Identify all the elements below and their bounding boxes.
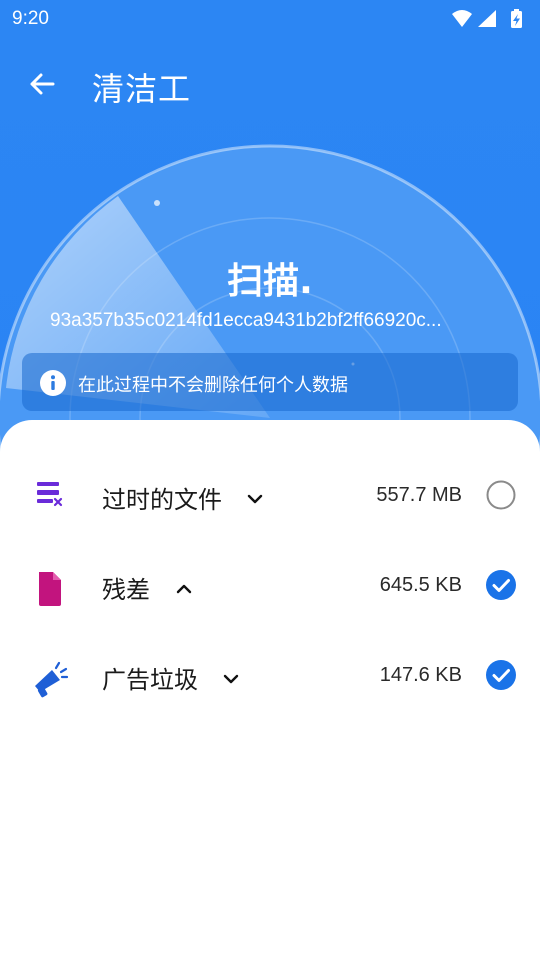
chevron-down-icon[interactable] [222,670,240,688]
item-label: 残差 [102,576,150,604]
chevron-down-icon[interactable] [246,490,264,508]
list-item-obsolete-files[interactable]: 过时的文件 557.7 MB [0,466,540,536]
item-size: 147.6 KB [379,664,462,686]
status-bar: 9:20 [0,0,540,38]
junk-list: 过时的文件 557.7 MB 残差 645.5 KB 广告垃圾 147.6 KB [0,420,540,960]
checkbox-unchecked[interactable] [486,480,516,510]
signal-icon [478,10,496,27]
item-size: 557.7 MB [376,484,462,506]
scan-current-path: 93a357b35c0214fd1ecca9431b2bf2ff66920c..… [50,310,442,331]
status-icons [452,9,522,28]
privacy-notice: 在此过程中不会删除任何个人数据 [22,353,518,411]
list-item-ad-junk[interactable]: 广告垃圾 147.6 KB [0,646,540,716]
wifi-icon [452,10,472,27]
scan-header: 9:20 清洁工 扫描. 93a357b35c0214fd1ecca9431b2… [0,0,540,460]
ad-junk-megaphone-icon [35,661,69,698]
page-title: 清洁工 [92,70,192,108]
arrow-back-icon[interactable] [26,68,58,100]
checkbox-checked[interactable] [486,660,516,690]
residual-file-icon [39,572,61,606]
battery-charging-icon [511,9,522,28]
item-label: 过时的文件 [102,486,222,514]
status-time: 9:20 [12,8,49,29]
info-icon [40,370,66,396]
item-size: 645.5 KB [379,574,462,596]
list-item-residual[interactable]: 残差 645.5 KB [0,556,540,626]
checkbox-checked[interactable] [486,570,516,600]
privacy-notice-text: 在此过程中不会删除任何个人数据 [78,375,348,396]
chevron-up-icon[interactable] [175,580,193,598]
app-bar: 清洁工 [0,48,540,120]
obsolete-files-icon [37,482,63,507]
scan-status-title: 扫描. [227,261,313,302]
item-label: 广告垃圾 [102,666,198,694]
